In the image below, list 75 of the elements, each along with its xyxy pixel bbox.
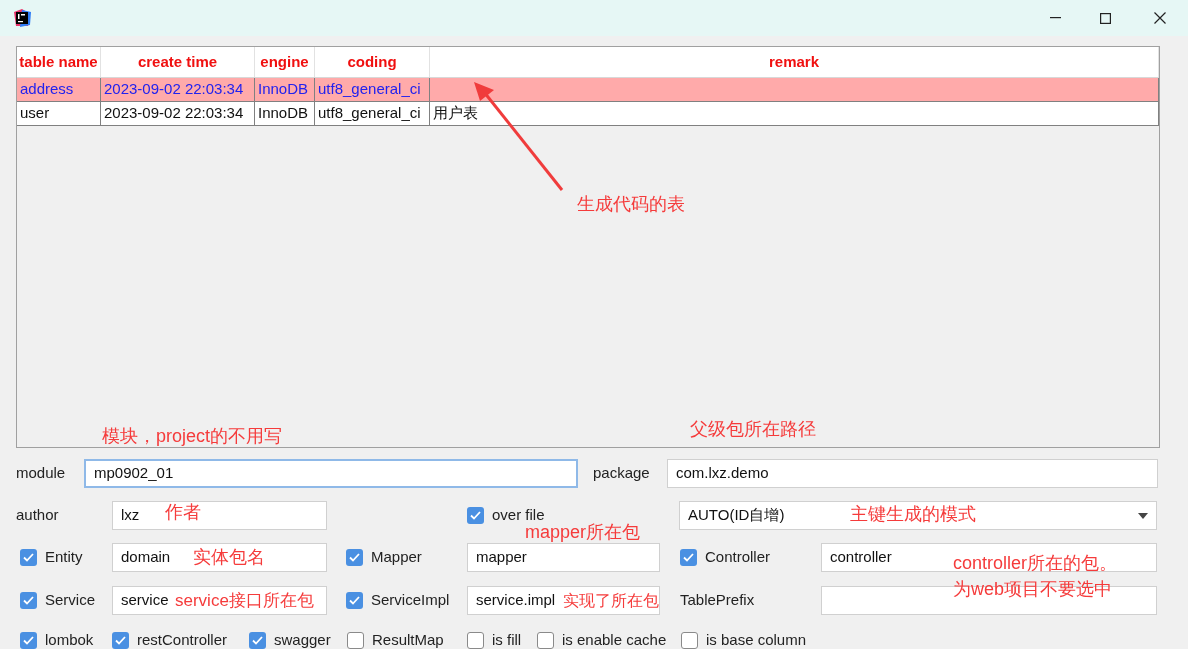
checkbox-label: is base column	[706, 630, 807, 649]
annotation-note: 主键生成的模式	[850, 503, 976, 526]
annotation-note: 作者	[165, 501, 201, 524]
table-cell-text: user	[20, 103, 50, 124]
checkbox[interactable]	[681, 631, 698, 649]
checkbox-label: Entity	[45, 547, 83, 568]
close-icon	[1154, 12, 1166, 24]
checkbox-label: lombok	[45, 630, 94, 649]
checkmark-icon	[349, 553, 360, 562]
text-field[interactable]: service.impl 实现了所在包	[467, 586, 660, 615]
maximize-icon	[1099, 12, 1111, 24]
checkmark-icon	[683, 553, 694, 562]
checkbox[interactable]	[20, 631, 37, 649]
checkbox[interactable]	[346, 549, 363, 566]
checkmark-icon	[349, 596, 360, 605]
table-row[interactable]: address 2023-09-02 22:03:34 InnoDB utf8_general_ci	[17, 78, 1159, 102]
annotation-note: 为web项目不要选中	[953, 578, 1113, 601]
table-cell-text: utf8_general_ci	[318, 79, 421, 100]
checkmark-icon	[115, 635, 126, 645]
checkmark-icon	[23, 596, 34, 605]
checkmark-icon	[470, 511, 481, 520]
checkbox[interactable]	[680, 549, 697, 566]
checkbox[interactable]	[467, 631, 484, 649]
checkmark-icon	[23, 635, 34, 645]
column-header[interactable]: engine	[255, 47, 315, 77]
column-header[interactable]: table name	[17, 47, 101, 77]
checkbox-label: Controller	[705, 547, 771, 568]
dropdown-arrow-icon	[1138, 512, 1148, 519]
checkbox-label: swagger	[274, 630, 331, 649]
table-cell-text: utf8_general_ci	[318, 103, 421, 124]
checkbox-label: is fill	[492, 630, 522, 649]
annotation-note: service接口所在包	[175, 590, 314, 612]
annotation-note: 模块，project的不用写	[102, 425, 283, 448]
text-field[interactable]: service service接口所在包	[112, 586, 327, 615]
checkbox[interactable]	[347, 631, 364, 649]
field-label: author	[16, 505, 60, 526]
column-header[interactable]: create time	[101, 47, 255, 77]
text-field[interactable]: mapper	[467, 543, 660, 572]
table-cell-text: 2023-09-02 22:03:34	[104, 103, 244, 124]
minimize-icon	[1049, 17, 1061, 19]
checkbox-label: ServiceImpl	[371, 590, 450, 611]
annotation-note: controller所在的包。	[953, 552, 1118, 575]
app-icon	[12, 8, 32, 28]
text-field[interactable]: mp0902_01	[84, 459, 578, 488]
checkbox[interactable]	[346, 592, 363, 609]
checkbox-label: Mapper	[371, 547, 422, 568]
text-field[interactable]: domain 实体包名	[112, 543, 327, 572]
table-cell-text: 用户表	[433, 103, 478, 124]
checkbox[interactable]	[467, 507, 484, 524]
table-cell-text: address	[20, 79, 74, 100]
checkbox[interactable]	[20, 592, 37, 609]
field-label: package	[593, 463, 651, 484]
checkbox-label: is enable cache	[562, 630, 667, 649]
text-field[interactable]: com.lxz.demo	[667, 459, 1158, 488]
checkbox[interactable]	[20, 549, 37, 566]
table-cell-text: InnoDB	[258, 79, 309, 100]
column-header[interactable]: remark	[430, 47, 1159, 77]
table-cell-text: InnoDB	[258, 103, 309, 124]
table-cell-text: 2023-09-02 22:03:34	[104, 79, 244, 100]
checkbox-label: ResultMap	[372, 630, 444, 649]
checkmark-icon	[23, 553, 34, 562]
annotation-note: 实体包名	[193, 546, 265, 569]
annotation-note: 父级包所在路径	[690, 418, 816, 441]
annotation-note: 实现了所在包	[563, 591, 659, 611]
checkbox-label: Service	[45, 590, 96, 611]
table-row[interactable]: user 2023-09-02 22:03:34 InnoDB utf8_general_ci 用户表	[17, 102, 1159, 126]
checkbox-label: TablePrefix	[680, 590, 755, 611]
checkbox-label: restController	[137, 630, 228, 649]
checkbox[interactable]	[112, 631, 129, 649]
checkbox[interactable]	[537, 631, 554, 649]
field-label: module	[16, 463, 67, 484]
annotation-note: 生成代码的表	[577, 193, 685, 216]
column-header[interactable]: coding	[315, 47, 430, 77]
checkmark-icon	[252, 635, 263, 645]
checkbox[interactable]	[249, 631, 266, 649]
